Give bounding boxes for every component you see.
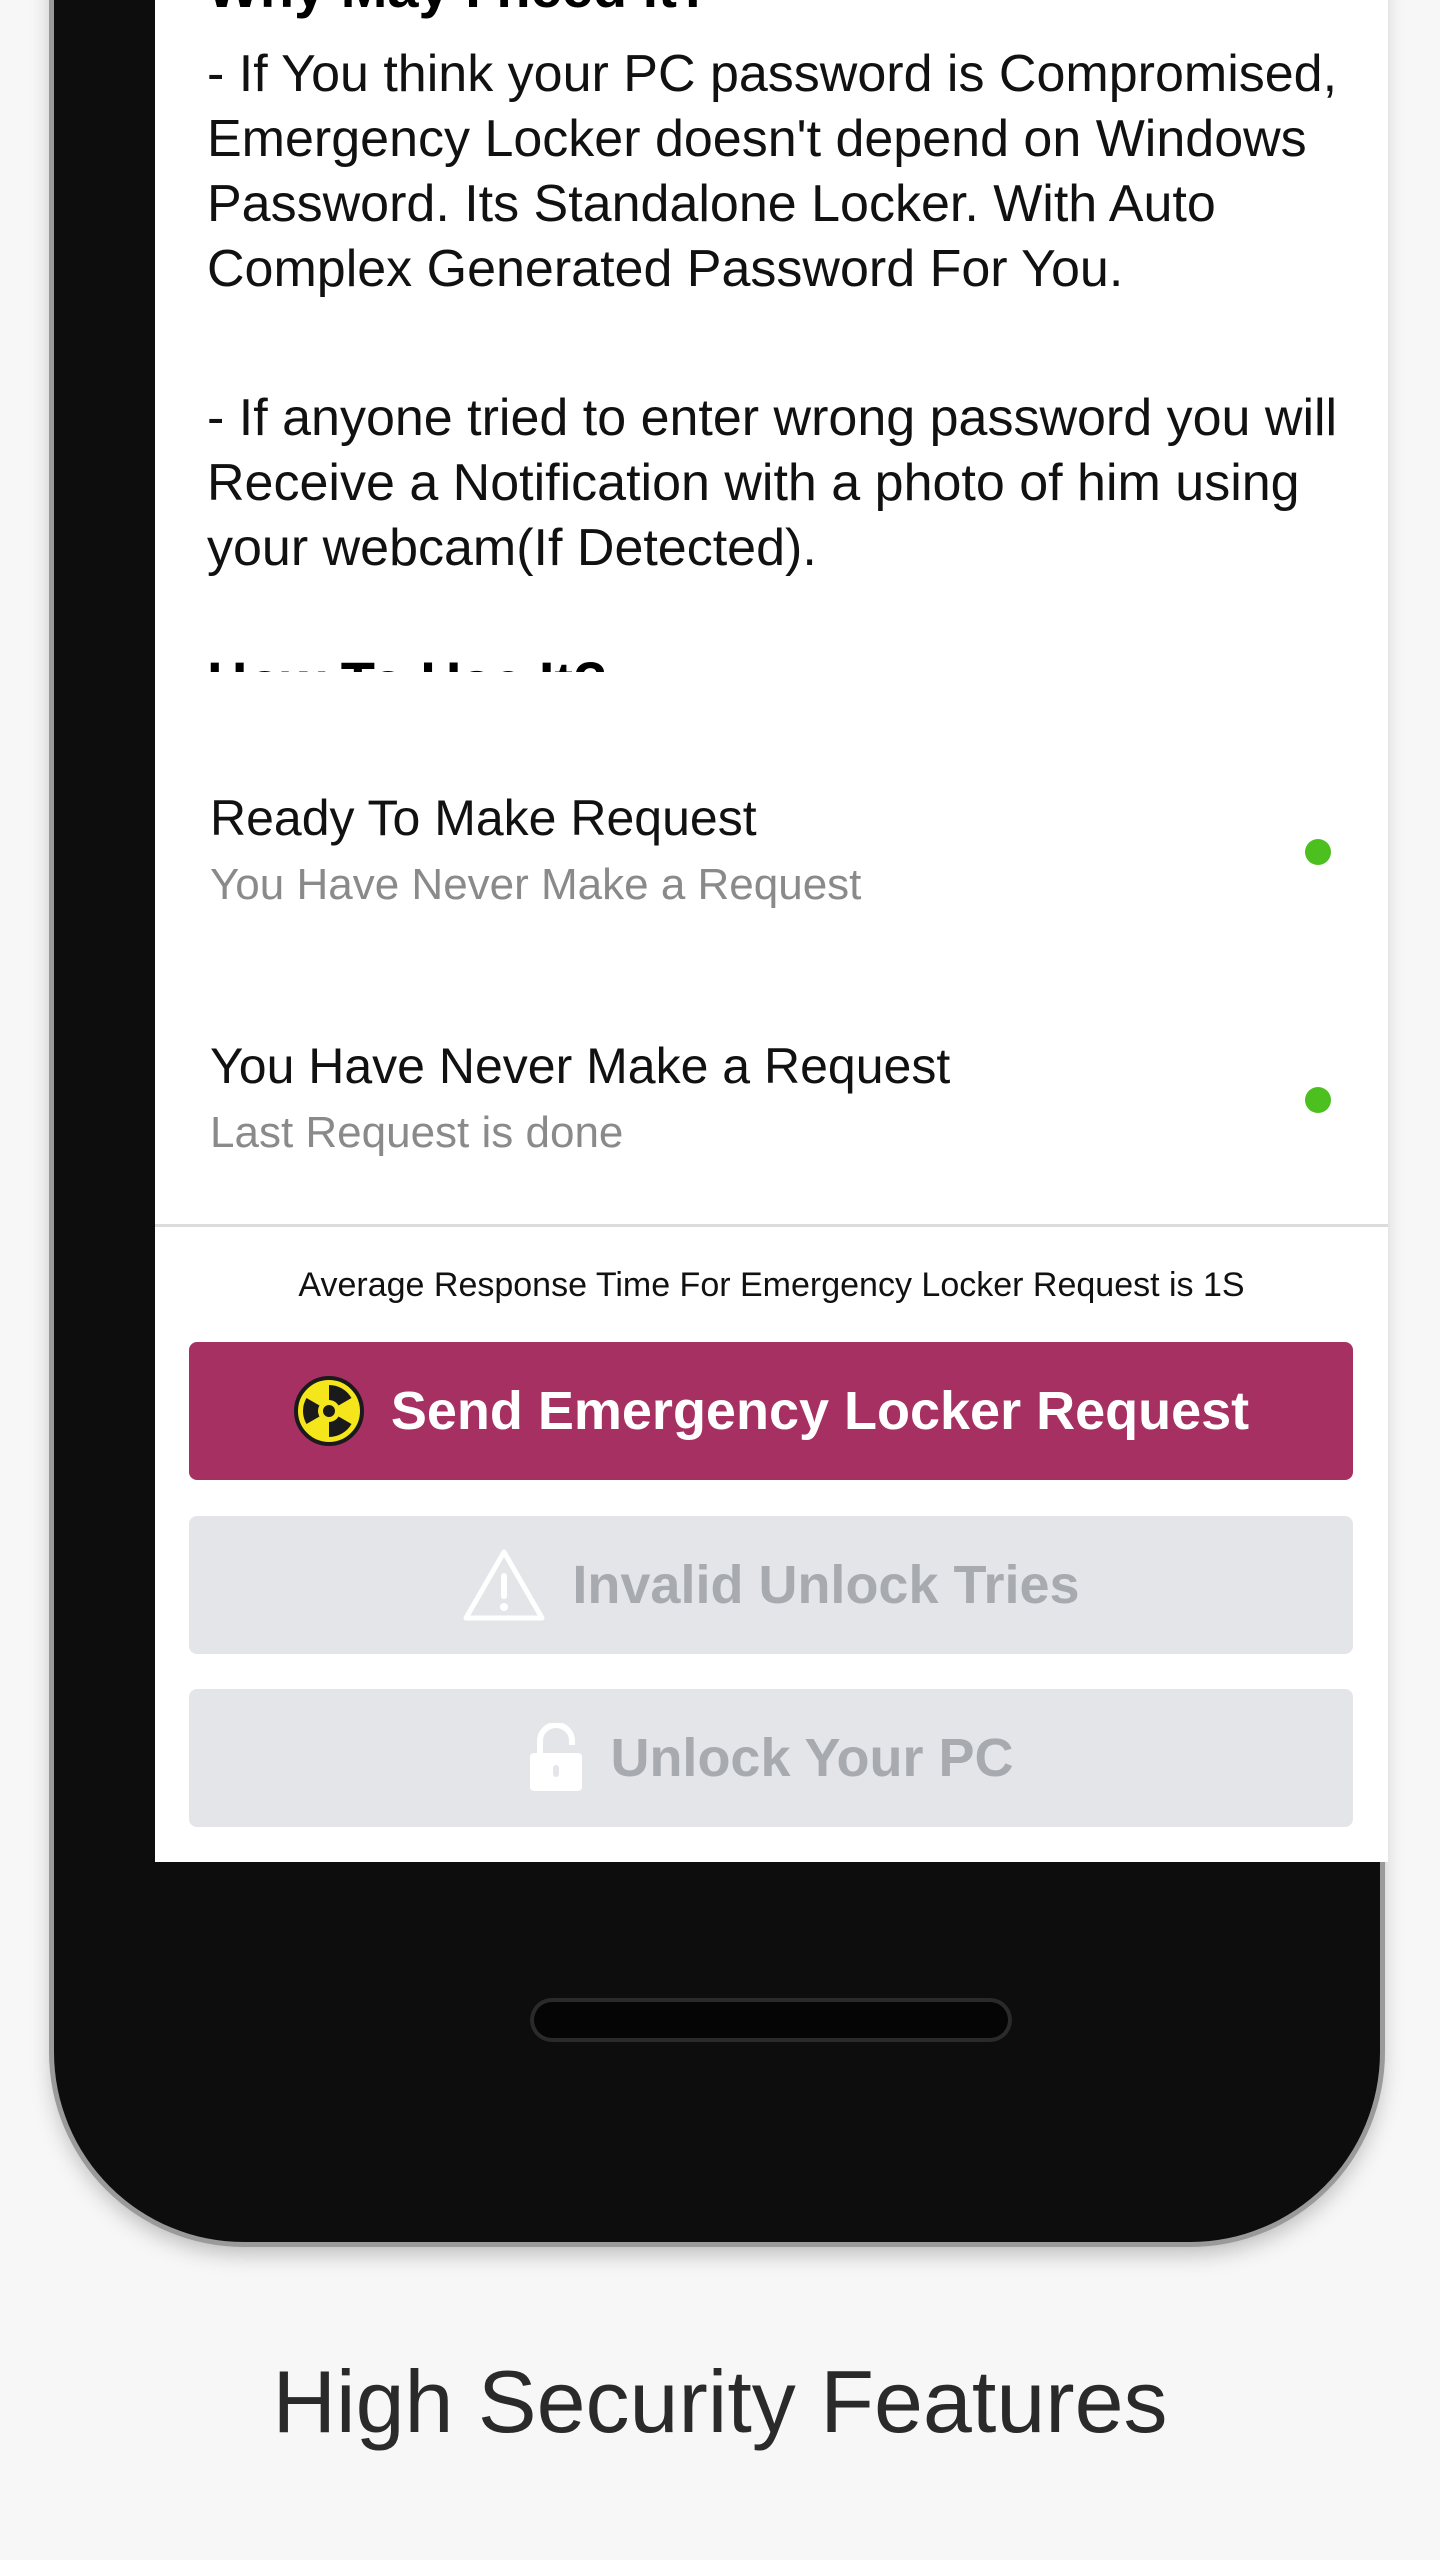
unlock-pc-button[interactable]: Unlock Your PC [189, 1689, 1353, 1827]
invalid-button-label: Invalid Unlock Tries [572, 1555, 1080, 1615]
info-paragraph: - If You think your PC password is Compr… [207, 45, 1338, 298]
info-scroll-area[interactable]: Why May I need it? - If You think your P… [207, 0, 1347, 672]
radiation-icon [293, 1375, 365, 1447]
speaker-grille [530, 1998, 1012, 2042]
status-item[interactable]: You Have Never Make a Request Last Reque… [155, 998, 1388, 1198]
status-dot-icon [1305, 1087, 1331, 1113]
status-title: You Have Never Make a Request [210, 1038, 951, 1094]
status-subtitle: You Have Never Make a Request [210, 860, 862, 909]
unlock-button-label: Unlock Your PC [610, 1728, 1014, 1788]
send-button-label: Send Emergency Locker Request [390, 1381, 1250, 1441]
status-subtitle: Last Request is done [210, 1108, 624, 1157]
section-heading: How To Use It? [207, 642, 607, 672]
divider [155, 1224, 1388, 1227]
warning-triangle-icon [462, 1547, 546, 1623]
response-time-text: Average Response Time For Emergency Lock… [298, 1266, 1245, 1304]
promo-caption: High Security Features [272, 2352, 1168, 2451]
app-screen: Why May I need it? - If You think your P… [155, 0, 1388, 1862]
status-dot-icon [1305, 839, 1331, 865]
status-title: Ready To Make Request [210, 790, 757, 846]
unlock-icon [528, 1723, 584, 1793]
phone-frame: Why May I need it? - If You think your P… [54, 0, 1388, 2242]
invalid-unlock-tries-button[interactable]: Invalid Unlock Tries [189, 1516, 1353, 1654]
status-item[interactable]: Ready To Make Request You Have Never Mak… [155, 750, 1388, 950]
send-emergency-request-button[interactable]: Send Emergency Locker Request [189, 1342, 1353, 1480]
section-heading: Why May I need it? [207, 0, 711, 28]
info-paragraph: - If anyone tried to enter wrong passwor… [207, 389, 1338, 577]
